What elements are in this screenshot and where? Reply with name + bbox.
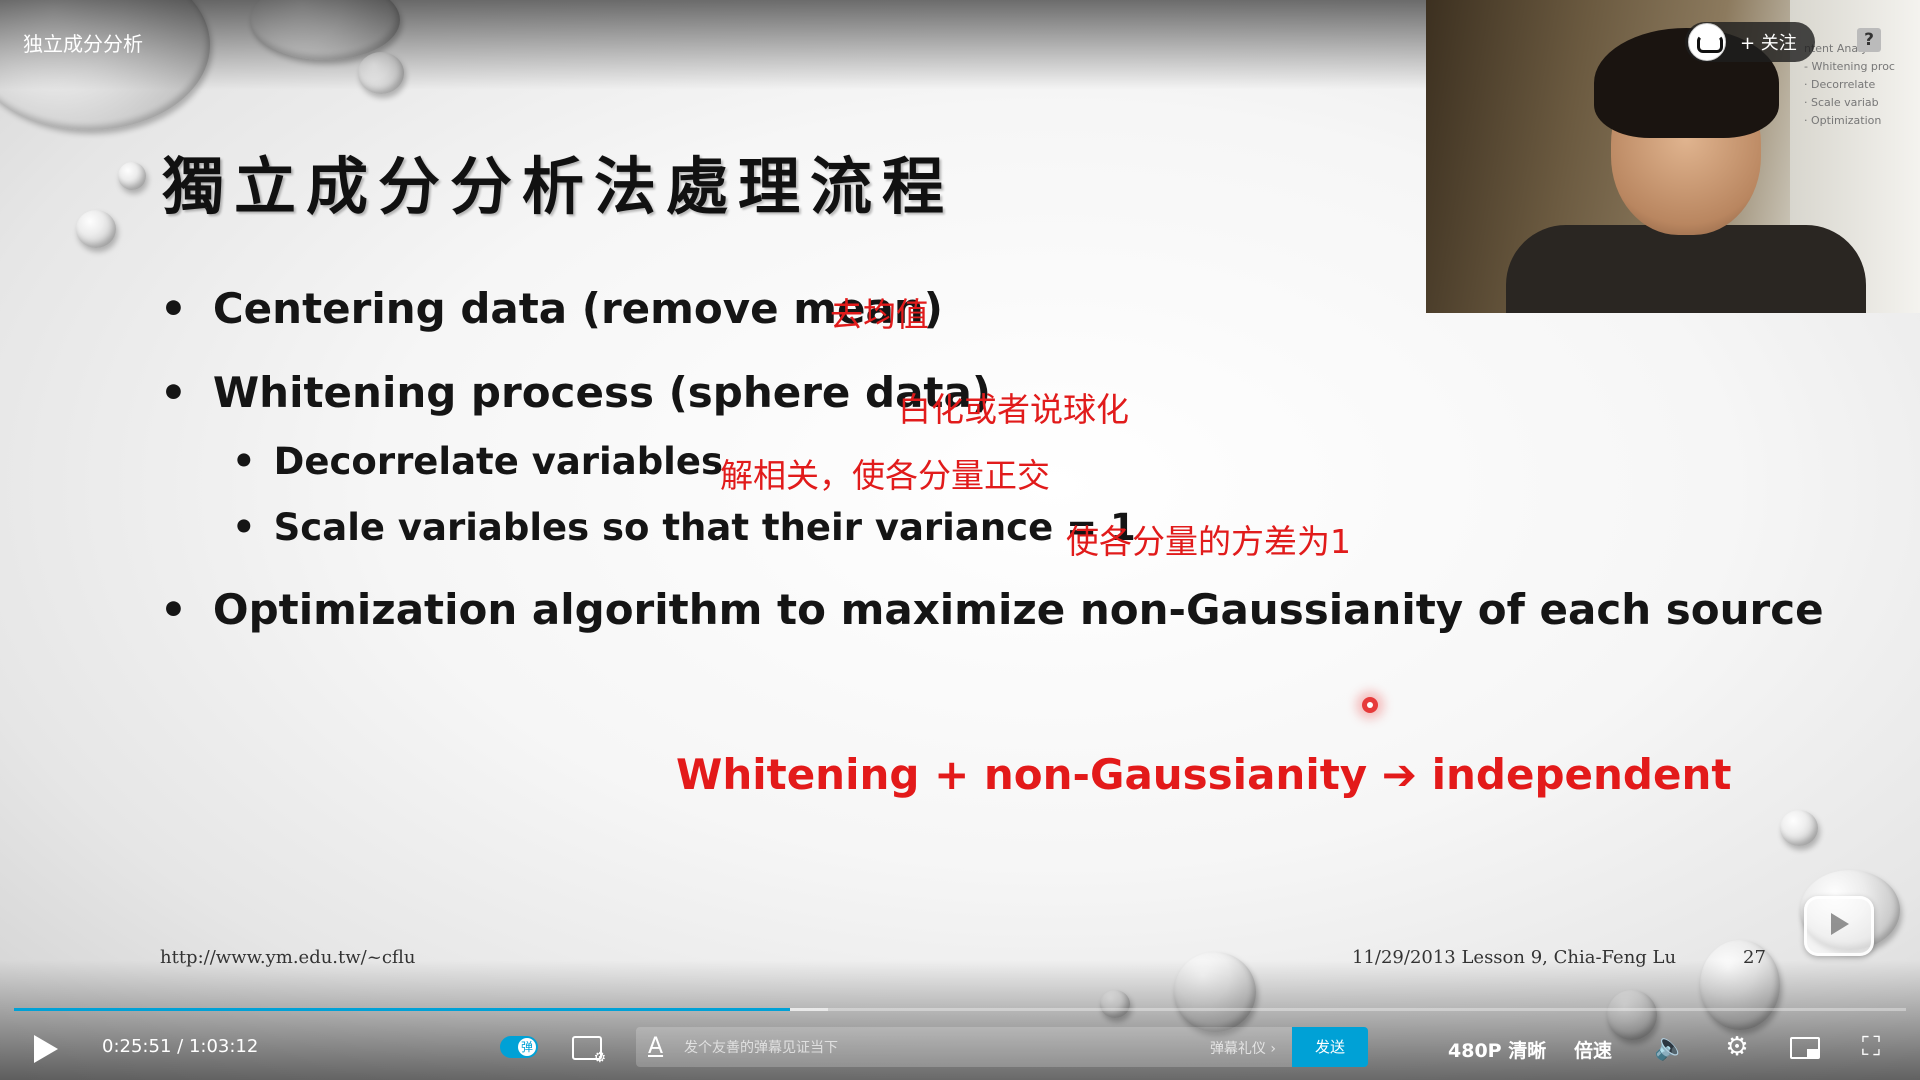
- danmaku-toggle[interactable]: 弹: [500, 1036, 538, 1058]
- volume-icon[interactable]: 🔈: [1654, 1033, 1686, 1061]
- bullet-dot: •: [232, 506, 256, 549]
- bullet-dot: •: [160, 585, 187, 634]
- bullet-whitening: • Whitening process (sphere data): [160, 368, 991, 417]
- quality-selector[interactable]: 480P 清晰: [1448, 1036, 1546, 1063]
- water-drop: [118, 162, 146, 190]
- danmaku-input[interactable]: [682, 1035, 1146, 1061]
- laser-pointer: [1362, 697, 1378, 713]
- fullscreen-icon[interactable]: ⛶: [1856, 1033, 1886, 1061]
- danmaku-etiquette-link[interactable]: 弹幕礼仪 ›: [1210, 1038, 1276, 1058]
- bullet-centering: • Centering data (remove mean): [160, 284, 943, 333]
- annotation-whitening: 白化或者说球化: [898, 390, 1129, 429]
- follow-label: + 关注: [1740, 33, 1797, 54]
- slide-conclusion: Whitening + non-Gaussianity ➔ independen…: [676, 750, 1732, 799]
- settings-gear-icon[interactable]: ⚙: [1722, 1033, 1752, 1061]
- video-player[interactable]: 独立成分分析 獨立成分分析法處理流程 • Centering data (remo…: [0, 0, 1920, 1080]
- bullet-text: Whitening process (sphere data): [212, 368, 992, 417]
- paper-line: · Scale variab: [1804, 96, 1879, 109]
- webcam-overlay: ntent Analys - Whitening proc · Decorrel…: [1426, 0, 1920, 313]
- danmaku-settings-icon[interactable]: [572, 1036, 606, 1066]
- bullet-decorrelate: • Decorrelate variables: [232, 440, 723, 483]
- bullet-scale: • Scale variables so that their variance …: [232, 506, 1136, 549]
- bullet-text: Optimization algorithm to maximize non-G…: [212, 585, 1824, 634]
- danmaku-input-area: A 弹幕礼仪 ›: [636, 1027, 1292, 1067]
- annotation-scale: 使各分量的方差为1: [1066, 522, 1351, 561]
- send-button[interactable]: 发送: [1292, 1027, 1368, 1067]
- current-time: 0:25:51: [102, 1036, 172, 1057]
- time-display: 0:25:51 / 1:03:12: [102, 1036, 258, 1057]
- bullet-dot: •: [160, 284, 187, 333]
- presenter-shirt: [1506, 225, 1866, 313]
- bullet-optimization: • Optimization algorithm to maximize non-…: [160, 585, 1824, 634]
- bullet-text: Decorrelate variables: [273, 440, 723, 483]
- bilibili-tv-icon: [1804, 896, 1874, 956]
- progress-bar[interactable]: [14, 1008, 1906, 1011]
- water-drop: [1780, 810, 1818, 846]
- annotation-decorrelate: 解相关，使各分量正交: [720, 456, 1050, 495]
- bullet-dot: •: [160, 368, 187, 417]
- progress-played: [14, 1008, 790, 1011]
- picture-in-picture-icon[interactable]: [1790, 1037, 1820, 1059]
- slide-heading: 獨立成分分析法處理流程: [162, 150, 955, 223]
- follow-button[interactable]: + 关注: [1685, 22, 1815, 62]
- video-title: 独立成分分析: [23, 32, 143, 56]
- help-icon[interactable]: ?: [1857, 28, 1881, 52]
- paper-line: · Decorrelate: [1804, 78, 1876, 91]
- water-drop: [76, 210, 116, 248]
- bullet-dot: •: [232, 440, 256, 483]
- paper-line: · Optimization: [1804, 114, 1882, 127]
- bullet-text: Scale variables so that their variance =…: [273, 506, 1136, 549]
- annotation-centering: 去均值: [830, 295, 929, 334]
- uploader-avatar[interactable]: [1688, 23, 1726, 61]
- text-style-icon[interactable]: A: [648, 1034, 663, 1059]
- danmaku-toggle-label: 弹: [518, 1038, 536, 1056]
- paper-line: - Whitening proc: [1804, 60, 1895, 73]
- webcam-paper-text: ntent Analys - Whitening proc · Decorrel…: [1804, 40, 1914, 130]
- play-icon[interactable]: [34, 1035, 58, 1063]
- speed-selector[interactable]: 倍速: [1574, 1036, 1612, 1063]
- time-separator: /: [177, 1036, 184, 1057]
- total-time: 1:03:12: [188, 1036, 259, 1057]
